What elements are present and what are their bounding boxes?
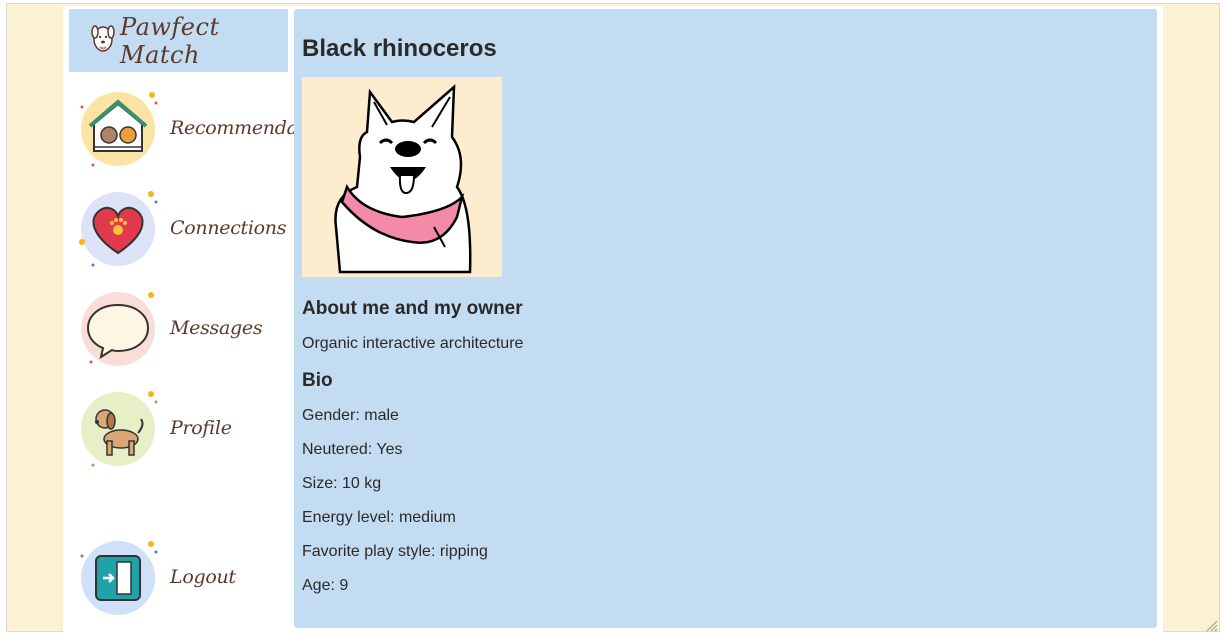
sidebar-item-label: Logout [170,566,236,588]
dog-logo-icon [91,23,115,58]
about-heading: About me and my owner [302,298,523,320]
home-pets-icon [79,89,157,167]
sidebar-item-recommendations[interactable]: Recommendations [79,88,294,168]
heart-paw-icon [79,189,157,267]
brand-header[interactable]: Pawfect Match [69,9,288,72]
sidebar-item-logout[interactable]: Logout [79,537,294,617]
sidebar-item-label: Connections [170,217,286,239]
dog-icon [79,389,157,467]
bio-play-style: Favorite play style: ripping [302,543,488,561]
brand-name: Pawfect Match [120,13,288,69]
bio-energy: Energy level: medium [302,509,456,527]
pet-profile-panel: Black rhinoceros About me and my owner O… [294,9,1157,628]
sidebar-item-connections[interactable]: Connections [79,188,294,268]
pet-photo [302,77,502,277]
sidebar-item-label: Profile [170,417,232,439]
bio-neutered: Neutered: Yes [302,441,403,459]
resize-handle-icon[interactable] [1206,619,1218,631]
sidebar-item-messages[interactable]: Messages [79,288,294,368]
bio-age: Age: 9 [302,577,348,595]
bio-heading: Bio [302,370,333,392]
pet-name: Black rhinoceros [302,35,497,63]
exit-door-icon [79,538,157,616]
speech-bubble-icon [79,289,157,367]
about-text: Organic interactive architecture [302,335,523,353]
sidebar-item-label: Messages [170,317,262,339]
sidebar-item-profile[interactable]: Profile [79,388,294,468]
bio-size: Size: 10 kg [302,475,381,493]
bio-gender: Gender: male [302,407,399,425]
